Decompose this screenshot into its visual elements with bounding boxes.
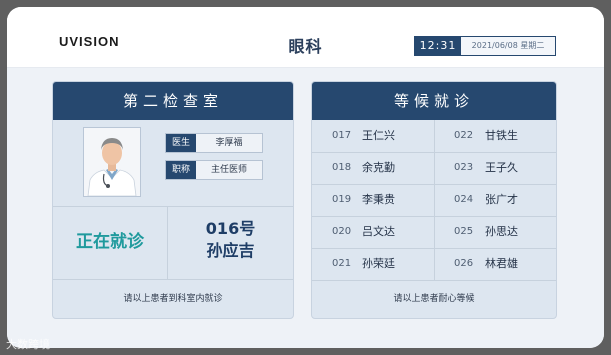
- room-title: 第二检查室: [53, 82, 293, 120]
- clock-date: 2021/06/08 星期二: [461, 37, 555, 55]
- queue-number: 024: [454, 194, 474, 205]
- queue-number: 019: [332, 194, 352, 205]
- consulting-status: 正在就诊: [53, 206, 168, 279]
- watermark-text: 大数跨境: [6, 338, 50, 351]
- queue-row: 021 孙荣廷 026 林君雄: [312, 248, 556, 280]
- queue-list: 017 王仁兴 022 甘铁生 018 余克勤 023 王子久 019 李秉贵 …: [312, 120, 556, 281]
- queue-row: 017 王仁兴 022 甘铁生: [312, 120, 556, 152]
- queue-row: 019 李秉贵 024 张广才: [312, 184, 556, 216]
- display-screen: UVISION 眼科 12:31 2021/06/08 星期二 第二检查室 医生…: [7, 7, 604, 348]
- queue-name: 孙思达: [485, 225, 518, 238]
- queue-name: 张广才: [485, 193, 518, 206]
- doctor-name: 李厚福: [215, 138, 243, 148]
- doctor-avatar-icon: [84, 128, 140, 196]
- queue-name: 李秉贵: [362, 193, 395, 206]
- current-patient: 016号 孙应吉: [168, 218, 293, 262]
- consultation-room-panel: 第二检查室 医生 李厚福 职称 主任医师 正在就诊 016号 孙应吉 请以上患者…: [52, 81, 294, 319]
- queue-number: 023: [454, 162, 474, 173]
- doctor-name-row: 医生 李厚福: [165, 133, 263, 153]
- queue-row: 018 余克勤 023 王子久: [312, 152, 556, 184]
- queue-name: 孙荣廷: [362, 257, 395, 270]
- current-patient-number: 016号: [205, 219, 256, 238]
- queue-number: 025: [454, 226, 474, 237]
- queue-number: 026: [454, 258, 474, 269]
- clock-time: 12:31: [415, 37, 461, 55]
- queue-name: 林君雄: [485, 257, 518, 270]
- queue-footer-note: 请以上患者耐心等候: [393, 294, 475, 304]
- current-patient-name: 孙应吉: [206, 241, 255, 260]
- room-footer-note: 请以上患者到科室内就诊: [123, 294, 223, 304]
- datetime-box: 12:31 2021/06/08 星期二: [414, 36, 556, 56]
- queue-name: 王仁兴: [362, 129, 395, 142]
- current-patient-area: 正在就诊 016号 孙应吉: [53, 206, 293, 280]
- doctor-title-row: 职称 主任医师: [165, 160, 263, 180]
- main-content: 第二检查室 医生 李厚福 职称 主任医师 正在就诊 016号 孙应吉 请以上患者…: [7, 68, 604, 348]
- queue-name: 王子久: [485, 161, 518, 174]
- header-bar: UVISION 眼科 12:31 2021/06/08 星期二: [7, 7, 604, 68]
- waiting-queue-panel: 等候就诊 017 王仁兴 022 甘铁生 018 余克勤 023 王子久 019…: [311, 81, 557, 319]
- queue-name: 余克勤: [362, 161, 395, 174]
- title-label: 职称: [166, 161, 196, 179]
- queue-number: 021: [332, 258, 352, 269]
- doctor-photo: [83, 127, 141, 197]
- doctor-info-area: 医生 李厚福 职称 主任医师: [53, 120, 293, 207]
- queue-row: 020 吕文达 025 孙思达: [312, 216, 556, 248]
- queue-number: 018: [332, 162, 352, 173]
- doctor-title: 主任医师: [210, 165, 247, 175]
- queue-name: 甘铁生: [485, 129, 518, 142]
- queue-number: 022: [454, 130, 474, 141]
- queue-title: 等候就诊: [312, 82, 556, 120]
- queue-number: 020: [332, 226, 352, 237]
- doctor-label: 医生: [166, 134, 196, 152]
- queue-name: 吕文达: [362, 225, 395, 238]
- queue-number: 017: [332, 130, 352, 141]
